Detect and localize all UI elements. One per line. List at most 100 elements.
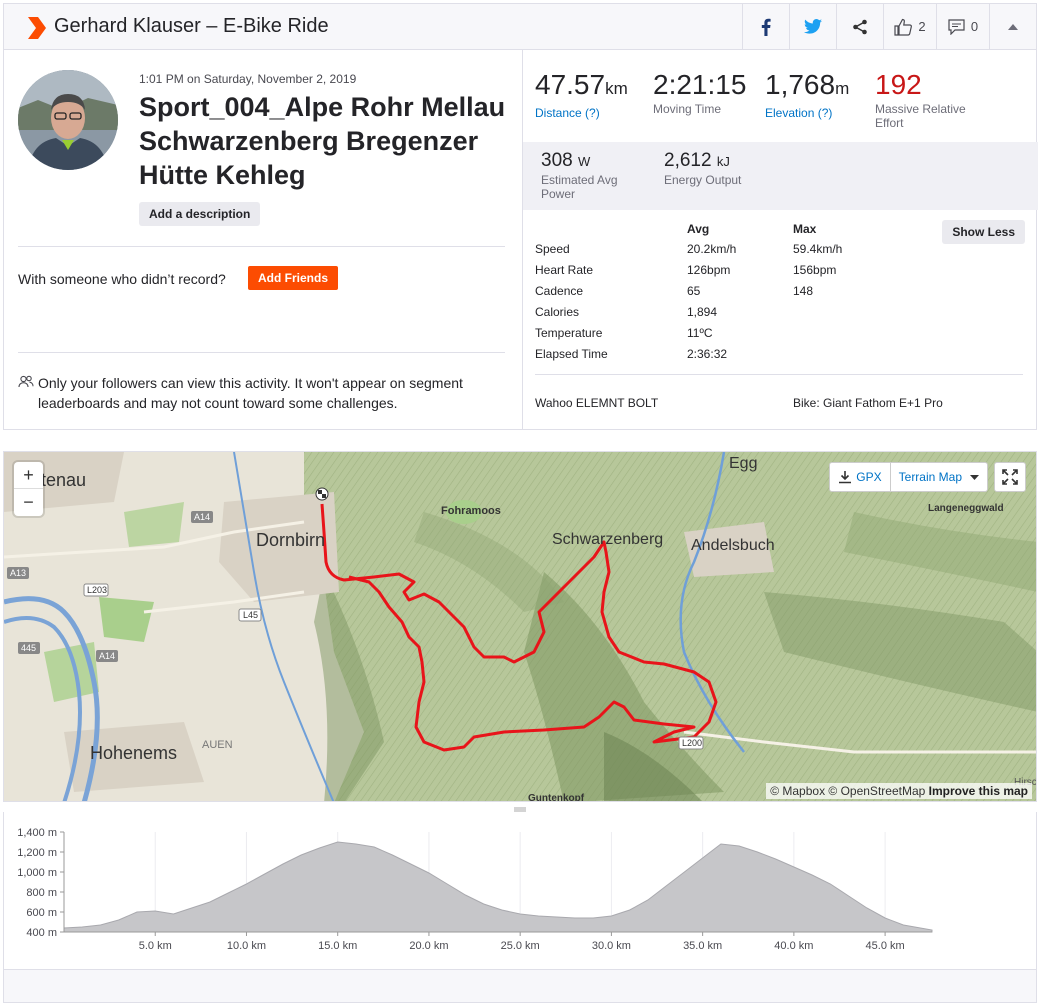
- y-tick-label: 600 m: [26, 907, 57, 919]
- stat-row-label: Temperature: [535, 326, 603, 340]
- stat-row-max: 148: [793, 284, 814, 298]
- divider: [18, 352, 505, 353]
- distance-unit: km: [605, 79, 628, 98]
- divider: [18, 246, 505, 247]
- divider: [535, 374, 1023, 375]
- share-icon: [853, 19, 867, 34]
- elevation-label[interactable]: Elevation (?): [765, 106, 849, 120]
- elevation-profile[interactable]: 400 m 600 m 800 m 1,000 m 1,200 m 1,400 m 5.0 …: [3, 812, 1037, 970]
- finish-flag-icon: [315, 487, 329, 501]
- add-friends-button[interactable]: Add Friends: [248, 266, 339, 290]
- x-tick-label: 30.0 km: [592, 940, 631, 952]
- twitter-icon: [804, 19, 822, 34]
- chevron-up-icon: [1008, 23, 1018, 30]
- power-value: 308: [541, 150, 573, 171]
- stat-row-label: Speed: [535, 242, 570, 256]
- x-tick-label: 35.0 km: [683, 940, 722, 952]
- power-unit: W: [577, 154, 591, 169]
- elevation-stat: 1,768m Elevation (?): [765, 68, 849, 120]
- road-label: 445: [21, 643, 37, 653]
- map-toolbar: GPX Terrain Map: [829, 462, 1026, 492]
- stat-row-avg: 65: [687, 284, 701, 298]
- expand-icon: [1002, 469, 1018, 485]
- followers-icon: [18, 375, 34, 388]
- place-label: Fohramoos: [441, 505, 501, 517]
- show-less-button[interactable]: Show Less: [942, 220, 1025, 244]
- zoom-controls: + −: [14, 462, 43, 516]
- facebook-share-button[interactable]: [742, 4, 789, 49]
- stat-row-max: 59.4km/h: [793, 242, 843, 256]
- elevation-value: 1,768: [765, 69, 836, 100]
- comments-count: 0: [970, 19, 979, 34]
- bike-name[interactable]: Bike: Giant Fathom E+1 Pro: [793, 396, 943, 410]
- share-button[interactable]: [836, 4, 883, 49]
- distance-stat: 47.57km Distance (?): [535, 68, 628, 120]
- energy-stat: 2,612 kJ Energy Output: [664, 150, 741, 187]
- zoom-in-button[interactable]: +: [14, 462, 43, 489]
- gpx-download-button[interactable]: GPX: [829, 462, 891, 492]
- download-icon: [839, 471, 852, 484]
- improve-map-link[interactable]: Improve this map: [929, 784, 1028, 798]
- y-tick-label: 800 m: [26, 887, 57, 899]
- comments-button[interactable]: 0: [936, 4, 989, 49]
- x-tick-label: 45.0 km: [866, 940, 905, 952]
- add-description-button[interactable]: Add a description: [139, 202, 261, 226]
- elevation-area[interactable]: [63, 841, 933, 933]
- strava-chevron-icon: [28, 17, 46, 39]
- attribution-text[interactable]: © Mapbox © OpenStreetMap: [770, 784, 925, 798]
- activity-datetime: 1:01 PM on Saturday, November 2, 2019: [139, 72, 357, 86]
- header-actions: 2 0: [742, 4, 1036, 49]
- x-tick-label: 40.0 km: [774, 940, 813, 952]
- x-tick-label: 25.0 km: [501, 940, 540, 952]
- fullscreen-button[interactable]: [994, 462, 1026, 492]
- road-label: A14: [99, 651, 116, 661]
- energy-value: 2,612: [664, 150, 712, 171]
- relative-effort-label: Massive Relative Effort: [875, 102, 966, 130]
- power-box: 308 W Estimated Avg Power 2,612 kJ Energ…: [523, 142, 1038, 210]
- stat-row-avg: 126bpm: [687, 263, 731, 277]
- activity-name: Sport_004_Alpe Rohr Mellau Schwarzenberg…: [139, 92, 506, 190]
- stat-row-label: Elapsed Time: [535, 347, 608, 361]
- stat-row-avg: 2:36:32: [687, 347, 728, 361]
- x-tick-label: 10.0 km: [227, 940, 266, 952]
- power-stat: 308 W Estimated Avg Power: [541, 150, 641, 201]
- privacy-text: Only your followers can view this activi…: [38, 375, 463, 411]
- place-label: AUEN: [202, 739, 233, 751]
- twitter-share-button[interactable]: [789, 4, 836, 49]
- route-map[interactable]: stenau Dornbirn Hohenems AUEN Fohramoos …: [3, 451, 1037, 802]
- road-label: L200: [682, 738, 703, 748]
- kudos-count: 2: [918, 19, 926, 34]
- caret-down-icon: [970, 474, 979, 480]
- activity-summary: 1:01 PM on Saturday, November 2, 2019 Sp…: [4, 50, 522, 429]
- x-tick-label: 15.0 km: [318, 940, 357, 952]
- road-label: L203: [87, 585, 108, 595]
- distance-label[interactable]: Distance (?): [535, 106, 628, 120]
- kudos-button[interactable]: 2: [883, 4, 936, 49]
- zoom-out-button[interactable]: −: [14, 489, 43, 516]
- place-label: Langeneggwald: [928, 503, 1004, 514]
- athlete-avatar[interactable]: [18, 70, 118, 170]
- place-label: Egg: [729, 455, 758, 472]
- stat-row-label: Heart Rate: [535, 263, 594, 277]
- elevation-chart[interactable]: 400 m 600 m 800 m 1,000 m 1,200 m 1,400 m 5.0 …: [4, 812, 1038, 970]
- activity-stats: 47.57km Distance (?) 2:21:15 Moving Time…: [522, 50, 1038, 429]
- max-header: Max: [793, 222, 817, 236]
- place-label: Hohenems: [90, 743, 178, 763]
- moving-time-value: 2:21:15: [653, 69, 747, 100]
- collapse-button[interactable]: [989, 4, 1036, 49]
- elevation-footer: [3, 970, 1037, 1003]
- map-attribution: © Mapbox © OpenStreetMap Improve this ma…: [766, 783, 1032, 799]
- relative-effort-stat[interactable]: 192 Massive Relative Effort: [875, 68, 985, 130]
- activity-header: Gerhard Klauser – E-Bike Ride 2 0: [4, 4, 1036, 50]
- y-tick-label: 400 m: [26, 927, 57, 939]
- road-label: L45: [243, 610, 259, 620]
- activity-card: Gerhard Klauser – E-Bike Ride 2 0 1:01 P…: [3, 3, 1038, 430]
- relative-effort-value: 192: [875, 69, 922, 100]
- map-resize-handle[interactable]: [0, 802, 1039, 813]
- energy-label: Energy Output: [664, 173, 742, 187]
- comment-icon: [948, 18, 965, 35]
- place-label: Schwarzenberg: [552, 531, 664, 548]
- power-label: Estimated Avg Power: [541, 173, 618, 201]
- map-type-label: Terrain Map: [898, 470, 962, 484]
- map-type-dropdown[interactable]: Terrain Map: [890, 462, 988, 492]
